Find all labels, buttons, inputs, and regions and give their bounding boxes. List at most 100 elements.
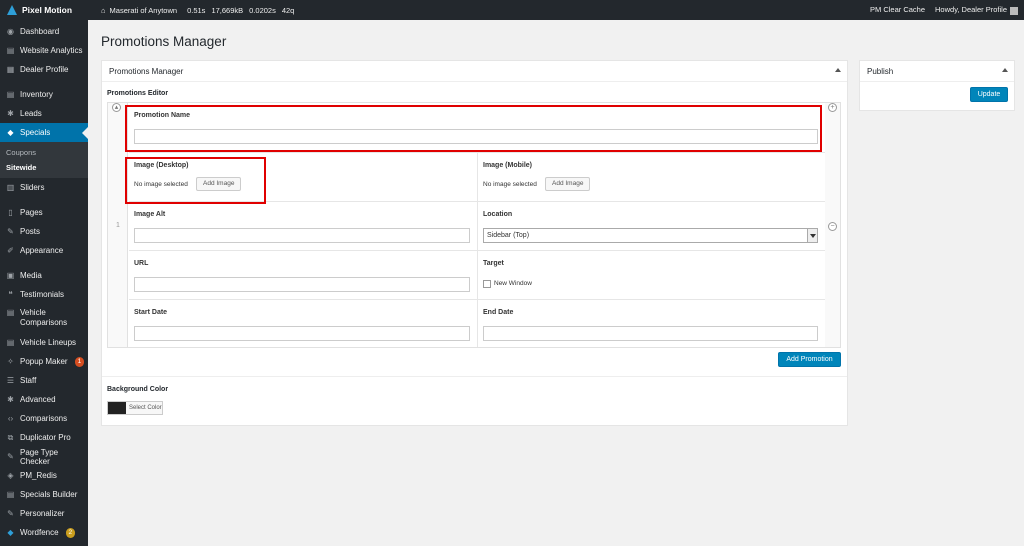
howdy-text: Howdy, Dealer Profile: [935, 5, 1007, 15]
clear-cache-link[interactable]: PM Clear Cache: [870, 5, 925, 14]
redis-icon: ◈: [7, 471, 14, 480]
chevron-down-icon: [807, 229, 817, 242]
sidebar-item-label: Personalizer: [20, 509, 65, 518]
analytics-icon: ▤: [6, 46, 15, 55]
sidebar-item-staff[interactable]: ☰ Staff: [0, 371, 88, 390]
staff-icon: ☰: [6, 376, 15, 385]
add-image-mobile-button[interactable]: Add Image: [545, 177, 591, 191]
pin-icon: ✎: [7, 227, 14, 236]
home-icon: ⌂: [101, 5, 106, 15]
new-window-checkbox[interactable]: [483, 280, 491, 288]
editor-label: Promotions Editor: [107, 90, 169, 97]
sidebar-item-comparisons[interactable]: ‹› Comparisons: [0, 409, 88, 428]
stat-queries: 42q: [281, 5, 295, 15]
no-image-text: No image selected: [483, 181, 537, 188]
location-label: Location: [483, 211, 513, 218]
publish-box: Publish: [859, 60, 1015, 111]
end-date-input[interactable]: [483, 326, 818, 341]
sidebar-item-media[interactable]: ▣ Media: [0, 266, 88, 285]
location-select[interactable]: Sidebar (Top): [483, 228, 818, 243]
add-row-icon[interactable]: +: [828, 103, 837, 112]
brush-icon: ✐: [7, 246, 14, 255]
sidebar-item-label: Vehicle Lineups: [20, 338, 77, 347]
collapse-row-icon[interactable]: ▴: [112, 103, 121, 112]
notification-badge: 1: [74, 356, 85, 367]
gear-icon: ✱: [7, 109, 14, 118]
sidebar-item-advanced[interactable]: ✱ Advanced: [0, 390, 88, 409]
sidebar-item-leads[interactable]: ✱ Leads: [0, 104, 88, 123]
sidebar-item-label: Leads: [20, 109, 42, 118]
box-header[interactable]: Promotions Manager: [102, 61, 847, 82]
profile-icon: ▦: [6, 65, 15, 74]
remove-row-icon[interactable]: −: [828, 222, 837, 231]
sidebar-item-label: PM_Redis: [20, 471, 57, 480]
sidebar-item-label: Specials Builder: [20, 490, 78, 499]
slider-icon: ▥: [6, 183, 15, 192]
sidebar-item-vehicle-comparisons[interactable]: ▤ Vehicle Comparisons: [0, 304, 88, 333]
inventory-icon: ▤: [6, 90, 15, 99]
sidebar-item-testimonials[interactable]: ❝ Testimonials: [0, 285, 88, 304]
select-color-button[interactable]: Select Color: [107, 401, 163, 415]
sidebar-item-duplicator-pro[interactable]: ⧉ Duplicator Pro: [0, 428, 88, 447]
sidebar-item-website-analytics[interactable]: ▤ Website Analytics: [0, 41, 88, 60]
url-input[interactable]: [134, 277, 470, 292]
sidebar-item-label: Website Analytics: [20, 46, 83, 55]
pages-icon: ▯: [8, 208, 13, 217]
sidebar-item-label: Wordfence: [20, 528, 59, 537]
site-name: Maserati of Anytown: [109, 5, 178, 15]
background-color-label: Background Color: [107, 386, 169, 393]
sidebar-item-page-type-checker[interactable]: ✎ Page Type Checker: [0, 447, 88, 466]
box-title: Promotions Manager: [109, 66, 184, 76]
sidebar-item-label: Duplicator Pro: [20, 433, 71, 442]
image-alt-input[interactable]: [134, 228, 470, 243]
sidebar-item-wordfence[interactable]: ◆ Wordfence 2: [0, 523, 88, 542]
site-link[interactable]: ⌂ Maserati of Anytown: [101, 6, 177, 15]
end-date-label: End Date: [483, 309, 514, 316]
update-button[interactable]: Update: [970, 87, 1008, 102]
duplicator-icon: ⧉: [7, 432, 14, 442]
sidebar-item-label: Comparisons: [20, 414, 68, 423]
sidebar-item-label: Staff: [20, 376, 37, 385]
document-icon: ▤: [6, 338, 15, 347]
brand-logo[interactable]: Pixel Motion: [0, 4, 88, 16]
sidebar-item-specials[interactable]: ◆ Specials: [0, 123, 88, 142]
popup-icon: ✧: [7, 357, 14, 366]
dashboard-icon: ◉: [7, 27, 14, 36]
add-promotion-button[interactable]: Add Promotion: [778, 352, 841, 367]
start-date-input[interactable]: [134, 326, 470, 341]
collapse-arrow-icon[interactable]: [835, 68, 841, 72]
sidebar-item-dashboard[interactable]: ◉ Dashboard: [0, 22, 88, 41]
sidebar-item-popup-maker[interactable]: ✧ Popup Maker 1: [0, 352, 88, 371]
sidebar-item-personalizer[interactable]: ✎ Personalizer: [0, 504, 88, 523]
sidebar-item-dealer-profile[interactable]: ▦ Dealer Profile: [0, 60, 88, 79]
pixel-motion-logo-icon: [6, 4, 18, 16]
sidebar-item-sliders[interactable]: ▥ Sliders: [0, 178, 88, 197]
query-stats[interactable]: 0.51s 17,669kB 0.0202s 42q: [187, 6, 294, 15]
code-icon: ‹›: [7, 414, 14, 423]
collapse-arrow-icon[interactable]: [1002, 68, 1008, 72]
stat-db-time: 0.0202s: [249, 5, 276, 15]
row-number: 1: [116, 222, 120, 229]
submenu-item-coupons[interactable]: Coupons: [0, 145, 88, 160]
sidebar-item-appearance[interactable]: ✐ Appearance: [0, 241, 88, 260]
avatar: [1010, 6, 1018, 15]
sidebar-item-specials-builder[interactable]: ▤ Specials Builder: [0, 485, 88, 504]
submenu-item-sitewide[interactable]: Sitewide: [0, 160, 88, 175]
location-field: Location Sidebar (Top): [478, 202, 825, 250]
notification-badge: 2: [65, 527, 76, 538]
stat-memory: 17,669kB: [211, 5, 244, 15]
select-color-label: Select Color: [129, 405, 162, 411]
specials-submenu: Coupons Sitewide: [0, 142, 88, 178]
location-selected-value: Sidebar (Top): [487, 232, 530, 239]
highlight-promotion-name: [125, 105, 822, 152]
image-mobile-field: Image (Mobile) No image selected Add Ima…: [478, 153, 825, 201]
sidebar-item-vehicle-lineups[interactable]: ▤ Vehicle Lineups: [0, 333, 88, 352]
sidebar-item-pages[interactable]: ▯ Pages: [0, 203, 88, 222]
sidebar-item-label: Specials: [20, 128, 51, 137]
sidebar-item-pm-redis[interactable]: ◈ PM_Redis: [0, 466, 88, 485]
publish-header[interactable]: Publish: [860, 61, 1014, 82]
account-menu[interactable]: Howdy, Dealer Profile: [935, 5, 1018, 15]
image-alt-field: Image Alt: [129, 202, 477, 250]
sidebar-item-inventory[interactable]: ▤ Inventory: [0, 85, 88, 104]
sidebar-item-posts[interactable]: ✎ Posts: [0, 222, 88, 241]
